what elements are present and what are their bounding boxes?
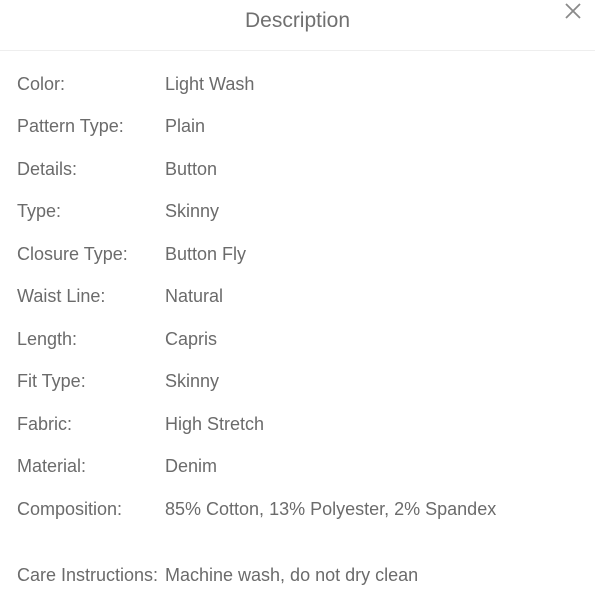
attribute-row-pattern-type: Pattern Type: Plain <box>0 104 595 147</box>
close-button[interactable] <box>561 0 585 24</box>
attribute-list: Color: Light Wash Pattern Type: Plain De… <box>0 51 595 595</box>
attribute-value: Capris <box>165 328 218 349</box>
dialog-title: Description <box>244 9 351 32</box>
attribute-value: 85% Cotton, 13% Polyester, 2% Spandex <box>165 498 497 519</box>
attribute-row-closure-type: Closure Type: Button Fly <box>0 231 595 274</box>
attribute-label: Pattern Type: <box>17 116 124 136</box>
attribute-value: Denim <box>165 456 218 476</box>
attribute-label: Fit Type: <box>17 371 86 391</box>
attribute-label: Care Instructions: <box>17 564 159 585</box>
attribute-label: Length: <box>17 328 78 349</box>
attribute-row-color: Color: Light Wash <box>0 61 595 104</box>
attribute-value: Plain <box>165 116 206 136</box>
attribute-row-details: Details: Button <box>0 146 595 189</box>
attribute-label: Type: <box>17 201 62 221</box>
attribute-label: Fabric: <box>17 413 73 434</box>
attribute-label: Closure Type: <box>17 243 128 264</box>
attribute-row-type: Type: Skinny <box>0 189 595 232</box>
attribute-row-waist-line: Waist Line: Natural <box>0 274 595 317</box>
attribute-value: Button Fly <box>165 243 247 264</box>
attribute-row-length: Length: Capris <box>0 316 595 359</box>
attribute-label: Waist Line: <box>17 286 106 306</box>
attribute-row-fabric: Fabric: High Stretch <box>0 401 595 444</box>
attribute-row-composition: Composition: 85% Cotton, 13% Polyester, … <box>0 486 595 529</box>
attribute-label: Material: <box>17 456 87 476</box>
attribute-value: Light Wash <box>165 73 255 94</box>
dialog-header: Description <box>0 0 595 51</box>
attribute-value: Skinny <box>165 371 220 391</box>
close-x-icon <box>565 3 581 19</box>
attribute-row-fit-type: Fit Type: Skinny <box>0 359 595 402</box>
attribute-label: Composition: <box>17 498 123 519</box>
attribute-row-care-instructions: Care Instructions: Machine wash, do not … <box>0 529 595 595</box>
attribute-value: Button <box>165 158 218 179</box>
attribute-row-material: Material: Denim <box>0 444 595 487</box>
attribute-value: Natural <box>165 286 224 306</box>
attribute-value: Machine wash, do not dry clean <box>165 564 419 585</box>
attribute-label: Details: <box>17 158 78 179</box>
attribute-value: Skinny <box>165 201 220 221</box>
attribute-label: Color: <box>17 73 66 94</box>
attribute-value: High Stretch <box>165 413 265 434</box>
